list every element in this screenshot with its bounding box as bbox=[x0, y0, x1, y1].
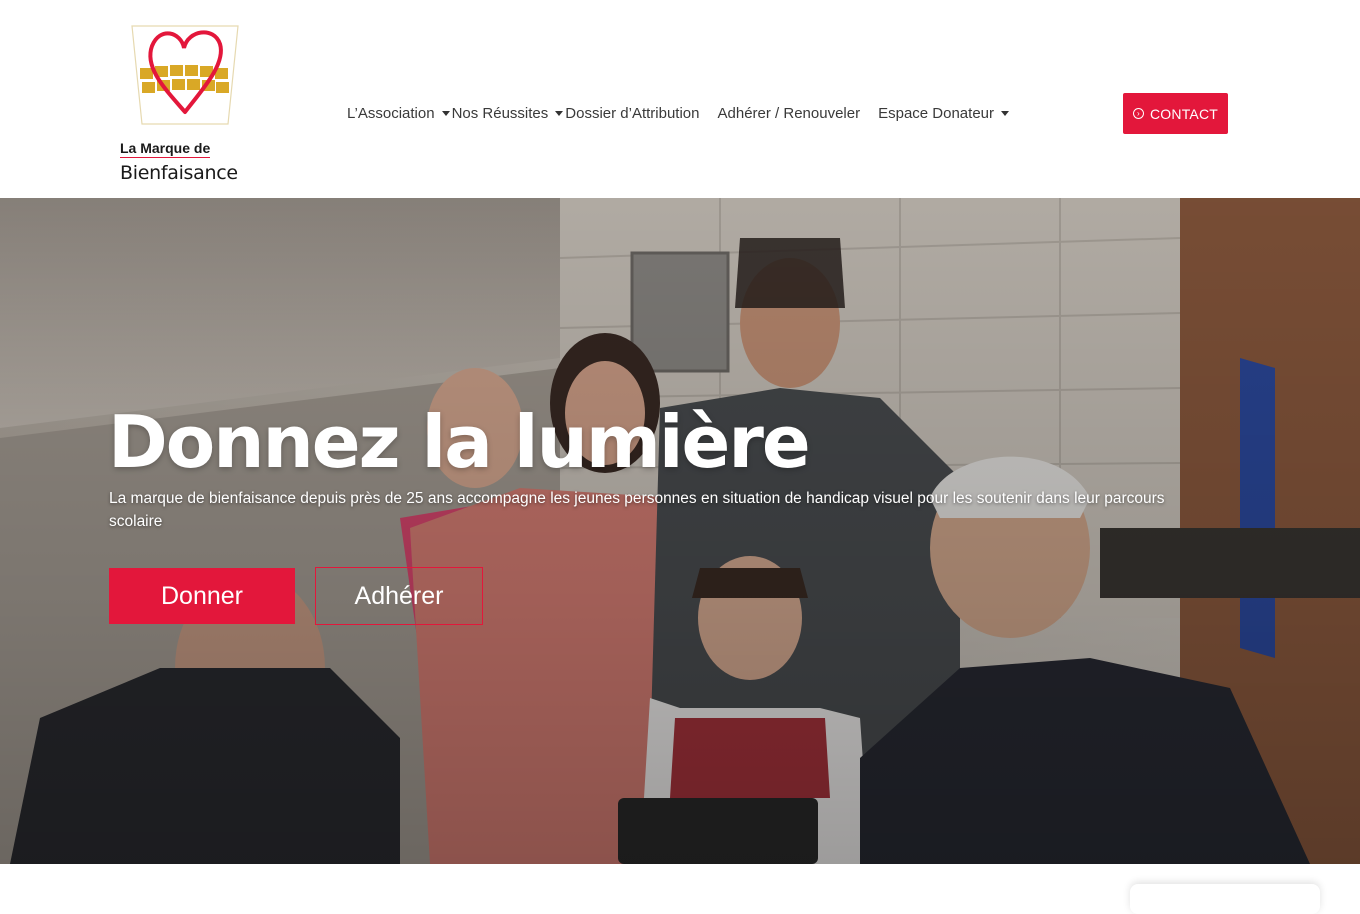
donner-button[interactable]: Donner bbox=[109, 568, 295, 624]
nav-label: Nos Réussites bbox=[451, 104, 549, 122]
hero-banner: Donnez la lumière La marque de bienfaisa… bbox=[0, 198, 1360, 864]
site-logo[interactable]: La Marque de Bienfaisance bbox=[118, 20, 248, 190]
contact-button[interactable]: › CONTACT bbox=[1123, 93, 1228, 134]
nav-label: Adhérer / Renouveler bbox=[717, 104, 861, 122]
nav-item-adherer-renouveler[interactable]: Adhérer / Renouveler bbox=[718, 105, 861, 122]
site-header: La Marque de Bienfaisance L’Association … bbox=[0, 0, 1360, 198]
arrow-circle-right-icon: › bbox=[1132, 108, 1144, 119]
hero-subtitle: La marque de bienfaisance depuis près de… bbox=[109, 490, 1165, 530]
nav-item-reussites[interactable]: Nos Réussites bbox=[452, 105, 566, 122]
main-navigation: L’Association Nos Réussites Dossier d’At… bbox=[347, 103, 1011, 123]
hero-title: Donnez la lumière bbox=[108, 400, 811, 484]
chevron-down-icon bbox=[1001, 110, 1009, 116]
logo-text-line1: La Marque de bbox=[120, 140, 211, 158]
nav-item-association[interactable]: L’Association bbox=[347, 105, 452, 122]
nav-item-dossier-attribution[interactable]: Dossier d’Attribution bbox=[565, 105, 699, 122]
logo-text-line2: Bienfaisance bbox=[120, 162, 238, 184]
contact-label: CONTACT bbox=[1149, 105, 1219, 122]
floating-widget[interactable] bbox=[1130, 884, 1320, 914]
adherer-button[interactable]: Adhérer bbox=[315, 567, 483, 625]
logo-emblem-icon bbox=[131, 25, 239, 125]
nav-item-espace-donateur[interactable]: Espace Donateur bbox=[878, 105, 1011, 122]
chevron-down-icon bbox=[555, 110, 564, 116]
chevron-down-icon bbox=[441, 110, 450, 116]
nav-label: L’Association bbox=[347, 104, 435, 122]
nav-label: Dossier d’Attribution bbox=[565, 104, 700, 122]
nav-label: Espace Donateur bbox=[878, 104, 994, 122]
